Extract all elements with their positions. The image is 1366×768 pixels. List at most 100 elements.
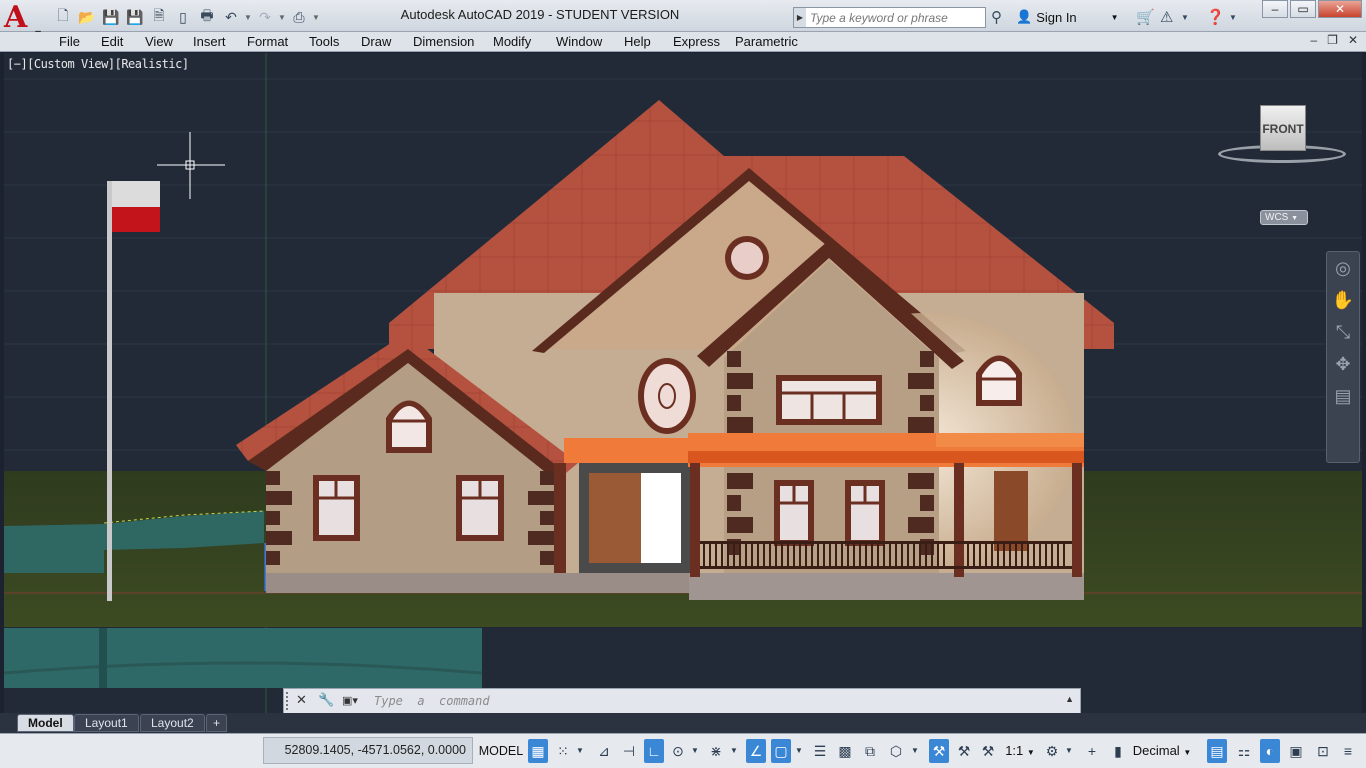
viewcube[interactable]: FRONT: [1260, 105, 1306, 151]
application-menu-button[interactable]: A▼: [4, 3, 44, 39]
menu-draw[interactable]: Draw: [361, 34, 391, 49]
workspace-gear-icon[interactable]: ⚙: [1042, 739, 1062, 763]
menu-express[interactable]: Express: [673, 34, 720, 49]
menu-tools[interactable]: Tools: [309, 34, 339, 49]
menu-parametric[interactable]: Parametric: [735, 34, 798, 49]
menu-window[interactable]: Window: [556, 34, 602, 49]
transparency-icon[interactable]: ▩: [835, 739, 855, 763]
open-icon[interactable]: 📂: [76, 6, 98, 28]
annotation-scale-selector[interactable]: 1:1 ▼: [1003, 739, 1037, 763]
quick-properties-icon[interactable]: ▤: [1207, 739, 1227, 763]
grip-handle[interactable]: [286, 692, 292, 710]
infer-constraints-icon[interactable]: ⊿: [594, 739, 614, 763]
chevron-down-icon[interactable]: ▼: [1064, 739, 1074, 763]
chevron-down-icon[interactable]: ▼: [729, 739, 739, 763]
isolate-objects-icon[interactable]: ◐: [1260, 739, 1280, 763]
help-icon[interactable]: ❓: [1206, 8, 1225, 28]
doc-close-icon[interactable]: ✕: [1348, 33, 1358, 47]
tab-layout2[interactable]: Layout2: [140, 714, 205, 732]
pan-icon[interactable]: ✋: [1327, 284, 1359, 316]
layout-tabs: Model Layout1 Layout2 +: [0, 713, 1366, 733]
model-space-toggle[interactable]: MODEL: [478, 739, 524, 763]
menu-edit[interactable]: Edit: [101, 34, 123, 49]
chevron-down-icon[interactable]: ▼: [910, 739, 920, 763]
lineweight-icon[interactable]: ☰: [810, 739, 830, 763]
pond-lower: [4, 628, 482, 688]
lock-ui-icon[interactable]: ⚏: [1234, 739, 1254, 763]
hardware-acceleration-icon[interactable]: ▣: [1286, 739, 1306, 763]
chevron-up-icon[interactable]: ▲: [1065, 694, 1074, 704]
auto-scale-icon[interactable]: ⚒: [954, 739, 974, 763]
tab-model[interactable]: Model: [17, 714, 74, 732]
chevron-down-icon: ▼: [1183, 748, 1192, 757]
3d-object-snap-icon[interactable]: ⬡: [886, 739, 906, 763]
object-snap-tracking-icon[interactable]: ∠: [746, 739, 766, 763]
plot-icon[interactable]: 🖶: [196, 6, 218, 28]
menu-help[interactable]: Help: [624, 34, 651, 49]
customization-icon[interactable]: ≡: [1338, 739, 1358, 763]
drawing-viewport[interactable]: ✕: [4, 53, 1362, 713]
wrench-icon[interactable]: 🔧: [318, 692, 334, 708]
orbit-icon[interactable]: ✥: [1327, 348, 1359, 380]
doc-restore-icon[interactable]: ❐: [1327, 33, 1338, 47]
showmotion-icon[interactable]: ▤: [1327, 380, 1359, 412]
object-snap-icon[interactable]: ▢: [771, 739, 791, 763]
chevron-down-icon[interactable]: ▼: [1181, 8, 1189, 28]
isodraft-icon[interactable]: ⋇: [706, 739, 726, 763]
menu-insert[interactable]: Insert: [193, 34, 226, 49]
zoom-extents-icon[interactable]: ⤡: [1327, 316, 1359, 348]
ortho-icon[interactable]: ∟: [644, 739, 664, 763]
minimize-button[interactable]: –: [1262, 0, 1288, 18]
command-input[interactable]: [372, 692, 1052, 710]
chevron-down-icon[interactable]: ▼: [794, 739, 804, 763]
steering-wheel-icon[interactable]: ◎: [1327, 252, 1359, 284]
command-prompt-icon[interactable]: ▣▾: [342, 694, 358, 707]
wcs-menu[interactable]: WCS ▼: [1260, 210, 1308, 225]
binoculars-icon[interactable]: ⚲: [991, 8, 1002, 28]
menu-file[interactable]: File: [59, 34, 80, 49]
redo-dropdown-icon[interactable]: ▼: [278, 6, 286, 28]
porch-floor: [689, 573, 1084, 600]
annotation-scale-icon[interactable]: ⚒: [978, 739, 998, 763]
search-box[interactable]: ▶: [793, 7, 986, 28]
chevron-down-icon[interactable]: ▼: [575, 739, 585, 763]
menu-modify[interactable]: Modify: [493, 34, 531, 49]
open-web-icon[interactable]: 🗎: [148, 6, 170, 28]
snap-icon[interactable]: ⁙: [553, 739, 573, 763]
redo-icon[interactable]: ↷: [254, 6, 276, 28]
annotation-monitor-icon[interactable]: +: [1082, 739, 1102, 763]
save-as-icon[interactable]: 💾: [124, 6, 146, 28]
annotation-visibility-icon[interactable]: ⚒: [929, 739, 949, 763]
dynamic-input-icon[interactable]: ⊣: [619, 739, 639, 763]
viewport-controls-label[interactable]: [−][Custom View][Realistic]: [7, 57, 189, 71]
share-icon[interactable]: ⎙: [288, 6, 310, 28]
chevron-down-icon[interactable]: ▼: [1229, 8, 1237, 28]
close-icon[interactable]: ✕: [296, 692, 307, 708]
selection-cycling-icon[interactable]: ⧉: [860, 739, 880, 763]
polar-tracking-icon[interactable]: ⊙: [668, 739, 688, 763]
add-layout-button[interactable]: +: [206, 714, 228, 732]
customize-dropdown-icon[interactable]: ▼: [312, 6, 320, 28]
maximize-button[interactable]: ▭: [1290, 0, 1316, 18]
sign-in-button[interactable]: 👤 Sign In ▼: [1016, 9, 1119, 25]
clean-screen-icon[interactable]: ⊡: [1313, 739, 1333, 763]
tab-layout1[interactable]: Layout1: [74, 714, 139, 732]
new-icon[interactable]: 🗋: [52, 6, 74, 28]
search-input[interactable]: [808, 9, 980, 26]
undo-icon[interactable]: ↶: [220, 6, 242, 28]
grid-icon[interactable]: ▦: [528, 739, 548, 763]
cart-icon[interactable]: 🛒: [1136, 8, 1155, 28]
chevron-down-icon[interactable]: ▼: [690, 739, 700, 763]
menu-view[interactable]: View: [145, 34, 173, 49]
close-button[interactable]: ✕: [1318, 0, 1362, 18]
coordinates-readout[interactable]: 52809.1405, -4571.0562, 0.0000: [263, 737, 473, 764]
undo-dropdown-icon[interactable]: ▼: [244, 6, 252, 28]
menu-dimension[interactable]: Dimension: [413, 34, 474, 49]
chevron-right-icon[interactable]: ▶: [794, 8, 806, 27]
doc-minimize-icon[interactable]: –: [1310, 33, 1317, 47]
save-icon[interactable]: 💾: [100, 6, 122, 28]
save-web-icon[interactable]: ▯: [172, 6, 194, 28]
menu-format[interactable]: Format: [247, 34, 288, 49]
units-selector[interactable]: Decimal ▼: [1132, 739, 1192, 763]
exchange-apps-icon[interactable]: ⚠: [1160, 8, 1173, 28]
